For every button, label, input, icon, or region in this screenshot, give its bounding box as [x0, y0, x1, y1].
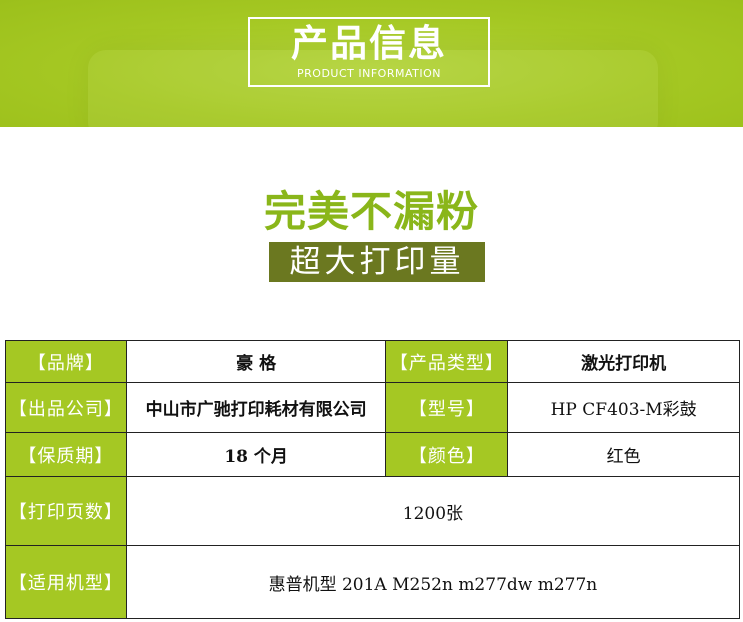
- spec-table: 【品牌】 豪 格 【产品类型】 激光打印机 【出品公司】 中山市广驰打印耗材有限…: [5, 340, 741, 619]
- banner-subtitle: PRODUCT INFORMATION: [297, 67, 441, 80]
- spec-row: 【保质期】 18 个月 【颜色】 红色: [5, 432, 740, 477]
- spec-row: 【适用机型】 惠普机型 201A M252n m277dw m277n: [5, 545, 741, 619]
- compatible-models-value: 惠普机型 201A M252n m277dw m277n: [125, 545, 741, 619]
- product-type-label: 【产品类型】: [385, 340, 509, 383]
- company-label: 【出品公司】: [5, 382, 127, 433]
- model-value: HP CF403-M彩鼓: [507, 382, 740, 433]
- warranty-value: 18 个月: [125, 432, 387, 477]
- color-value: 红色: [507, 432, 740, 477]
- print-pages-label: 【打印页数】: [5, 476, 127, 546]
- title-frame: 产品信息 PRODUCT INFORMATION: [248, 17, 490, 87]
- slogan-headline: 完美不漏粉: [263, 187, 479, 236]
- company-value: 中山市广驰打印耗材有限公司: [125, 382, 387, 433]
- banner-title: 产品信息: [291, 22, 447, 65]
- print-pages-value: 1200张: [125, 476, 741, 546]
- compatible-models-label: 【适用机型】: [5, 545, 127, 619]
- product-type-value: 激光打印机: [507, 340, 740, 383]
- slogan-subheadline: 超大打印量: [289, 244, 465, 280]
- color-label: 【颜色】: [385, 432, 509, 477]
- model-label: 【型号】: [385, 382, 509, 433]
- brand-label: 【品牌】: [5, 340, 127, 383]
- brand-value: 豪 格: [125, 340, 387, 383]
- header-banner: 产品信息 PRODUCT INFORMATION: [0, 0, 743, 127]
- slogan-subheadline-box: 超大打印量: [269, 242, 485, 282]
- warranty-label: 【保质期】: [5, 432, 127, 477]
- spec-row: 【打印页数】 1200张: [5, 476, 741, 546]
- spec-row: 【品牌】 豪 格 【产品类型】 激光打印机: [5, 340, 740, 383]
- spec-row: 【出品公司】 中山市广驰打印耗材有限公司 【型号】 HP CF403-M彩鼓: [5, 382, 740, 433]
